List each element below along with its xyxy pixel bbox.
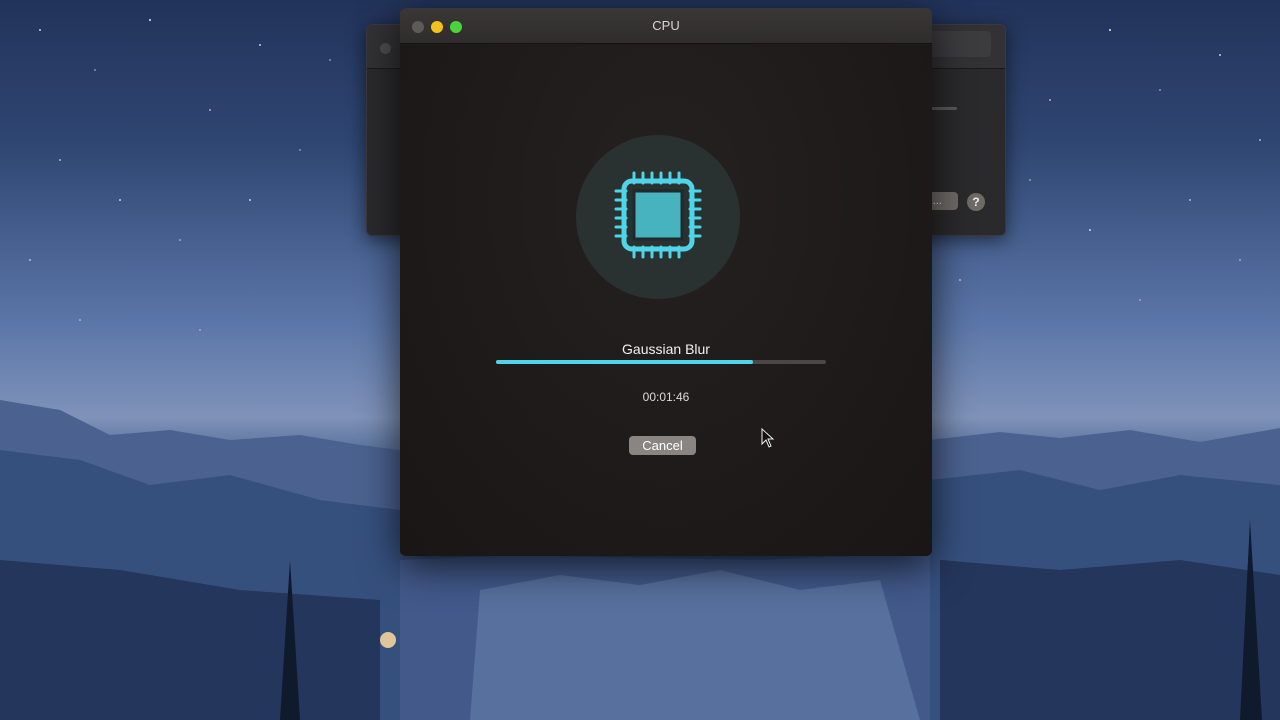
cpu-progress-window: CPU Gaussian Blur 00:01:46 Cancel [400, 8, 932, 556]
window-content: Gaussian Blur 00:01:46 Cancel [400, 45, 932, 556]
progress-bar-fill [496, 360, 754, 364]
elapsed-time: 00:01:46 [642, 390, 690, 404]
progress-bar [496, 360, 826, 364]
cpu-chip-icon [614, 171, 702, 259]
background-window-close-dot [380, 43, 391, 54]
window-titlebar[interactable]: CPU [400, 8, 932, 44]
mouse-pointer-icon [761, 428, 775, 448]
window-title: CPU [652, 18, 680, 33]
cancel-button[interactable]: Cancel [629, 436, 696, 455]
help-button[interactable]: ? [967, 193, 985, 211]
task-name: Gaussian Blur [622, 341, 710, 357]
